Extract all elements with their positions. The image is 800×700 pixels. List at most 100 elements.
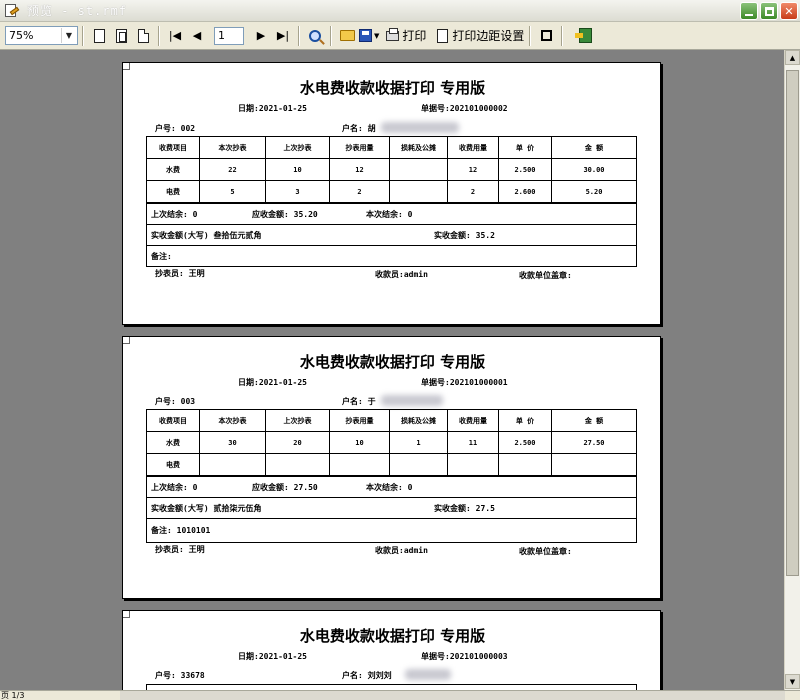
page-width-button[interactable] [111, 25, 131, 47]
paid-row: 实收金额(大写) 贰拾柒元伍角 实收金额: 27.5 [147, 497, 636, 518]
toolbar-separator [330, 25, 332, 46]
last-page-button[interactable]: ▶| [273, 25, 293, 47]
exit-button[interactable] [574, 25, 595, 47]
item-cell: 水费 [147, 159, 200, 180]
table-row: 水费 30 20 10 1 11 2.500 27.50 [147, 432, 636, 454]
page-fold-icon [137, 28, 149, 43]
remark-row: 备注: 1010101 [147, 518, 636, 542]
printer-icon [386, 27, 400, 41]
household-name: 户名: 于 [342, 397, 376, 406]
report-date: 日期:2021-01-25 [238, 378, 307, 387]
household-number: 户号: 003 [155, 397, 196, 406]
window-title: 预览 - st.rmf [27, 4, 128, 18]
receipt-number: 单据号:202101000001 [421, 378, 508, 387]
header-cell: 上次抄表 [266, 137, 330, 158]
collector: 收款员:admin [375, 546, 428, 555]
print-margin-button[interactable]: 打印边距设置 [437, 25, 524, 47]
next-page-button[interactable]: ▶ [251, 25, 271, 47]
scroll-down-button[interactable]: ▼ [785, 674, 800, 689]
balance-row: 上次结余: 0 应收金额: 35.20 本次结余: 0 [147, 203, 636, 224]
report-date: 日期:2021-01-25 [238, 104, 307, 113]
price-cell: 2.600 [499, 181, 552, 202]
item-cell: 电费 [147, 181, 200, 202]
paid-amount: 实收金额: 27.5 [434, 503, 495, 513]
header-cell: 上次抄表 [266, 410, 330, 431]
scroll-up-button[interactable]: ▲ [785, 50, 800, 65]
amount-due: 应收金额: 27.50 [252, 482, 318, 492]
loss-cell [390, 159, 448, 180]
exit-icon [574, 28, 592, 43]
report-title: 水电费收款收据打印 专用版 [299, 353, 486, 371]
open-button[interactable] [337, 25, 357, 47]
charges-table: 收费项目 本次抄表 上次抄表 抄表用量 损耗及公摊 收费用量 单 价 金 额 水… [146, 136, 637, 267]
table-row: 电费 [147, 454, 636, 476]
first-page-button[interactable]: |◀ [165, 25, 185, 47]
whole-page-button[interactable] [89, 25, 109, 47]
disk-icon [359, 29, 372, 42]
square-icon [540, 30, 552, 41]
usage-cell [330, 454, 390, 475]
header-cell: 收费项目 [147, 137, 200, 158]
price-cell: 2.500 [499, 159, 552, 180]
close-button[interactable]: ✕ [780, 2, 798, 20]
print-button[interactable]: 打印 [386, 25, 426, 47]
scroll-thumb[interactable] [786, 70, 799, 576]
report-date: 日期:2021-01-25 [238, 652, 307, 661]
charge-usage-cell: 2 [448, 181, 499, 202]
chevron-down-icon[interactable]: ▼ [61, 28, 76, 43]
toolbar-separator [298, 25, 300, 46]
vertical-scrollbar[interactable]: ▲ ▼ [784, 50, 800, 690]
remark: 备注: 1010101 [151, 526, 211, 535]
remark: 备注: [151, 251, 172, 261]
zoom-select[interactable]: 75% ▼ [5, 26, 78, 45]
prev-page-icon: ◀ [192, 29, 202, 42]
fullscreen-button[interactable] [536, 25, 556, 47]
actual-size-button[interactable] [133, 25, 153, 47]
previous-reading-cell: 10 [266, 159, 330, 180]
zoom-value: 75% [9, 29, 34, 42]
toolbar-separator [82, 25, 84, 46]
charges-table: 收费项目 本次抄表 上次抄表 抄表用量 损耗及公摊 收费用量 单 价 金 额 水… [146, 409, 637, 543]
balance-row: 上次结余: 0 应收金额: 27.50 本次结余: 0 [147, 476, 636, 497]
signature: 收款单位盖章: [519, 271, 572, 280]
report-title: 水电费收款收据打印 专用版 [299, 627, 486, 645]
loss-cell: 1 [390, 432, 448, 453]
header-cell: 收费用量 [448, 137, 499, 158]
paid-row: 实收金额(大写) 叁拾伍元贰角 实收金额: 35.2 [147, 224, 636, 245]
header-cell: 抄表用量 [330, 137, 390, 158]
app-icon [3, 3, 20, 19]
status-bar: 页 1/3 [0, 690, 800, 700]
minimize-button[interactable] [740, 2, 758, 20]
household-number: 户号: 002 [155, 124, 196, 133]
toolbar-separator [561, 25, 564, 46]
maximize-button[interactable] [760, 2, 778, 20]
save-button[interactable]: ▼ [359, 25, 379, 47]
print-label: 打印 [402, 29, 427, 43]
household-number: 户号: 33678 [155, 671, 205, 680]
paid-upper: 实收金额(大写) 贰拾柒元伍角 [151, 503, 262, 513]
household-name: 户名: 刘刘刘 [342, 671, 392, 680]
prev-page-button[interactable]: ◀ [187, 25, 207, 47]
page-number-input[interactable]: 1 [214, 26, 244, 45]
this-balance: 本次结余: 0 [366, 482, 413, 492]
receipt-page: 水电费收款收据打印 专用版 日期:2021-01-25 单据号:20210100… [122, 336, 661, 599]
previous-reading-cell: 20 [266, 432, 330, 453]
charge-usage-cell: 11 [448, 432, 499, 453]
find-button[interactable] [305, 25, 325, 47]
page-icon [93, 28, 105, 43]
usage-cell: 2 [330, 181, 390, 202]
reader: 抄表员: 王明 [155, 545, 205, 554]
header-cell: 金 额 [584, 143, 604, 152]
horizontal-scrollbar[interactable] [120, 691, 785, 700]
remark-row: 备注: [147, 245, 636, 266]
receipt-number: 单据号:202101000002 [421, 104, 508, 113]
header-cell: 本次抄表 [200, 410, 266, 431]
toolbar-separator [158, 25, 160, 46]
price-cell: 2.500 [499, 432, 552, 453]
folder-icon [339, 30, 355, 41]
title-bar: 预览 - st.rmf ✕ [0, 0, 800, 22]
header-cell: 单 价 [499, 410, 552, 431]
report-title: 水电费收款收据打印 专用版 [299, 79, 486, 97]
preview-area[interactable]: 水电费收款收据打印 专用版 日期:2021-01-25 单据号:20210100… [0, 50, 784, 690]
amount-cell: 30.00 [583, 165, 605, 174]
